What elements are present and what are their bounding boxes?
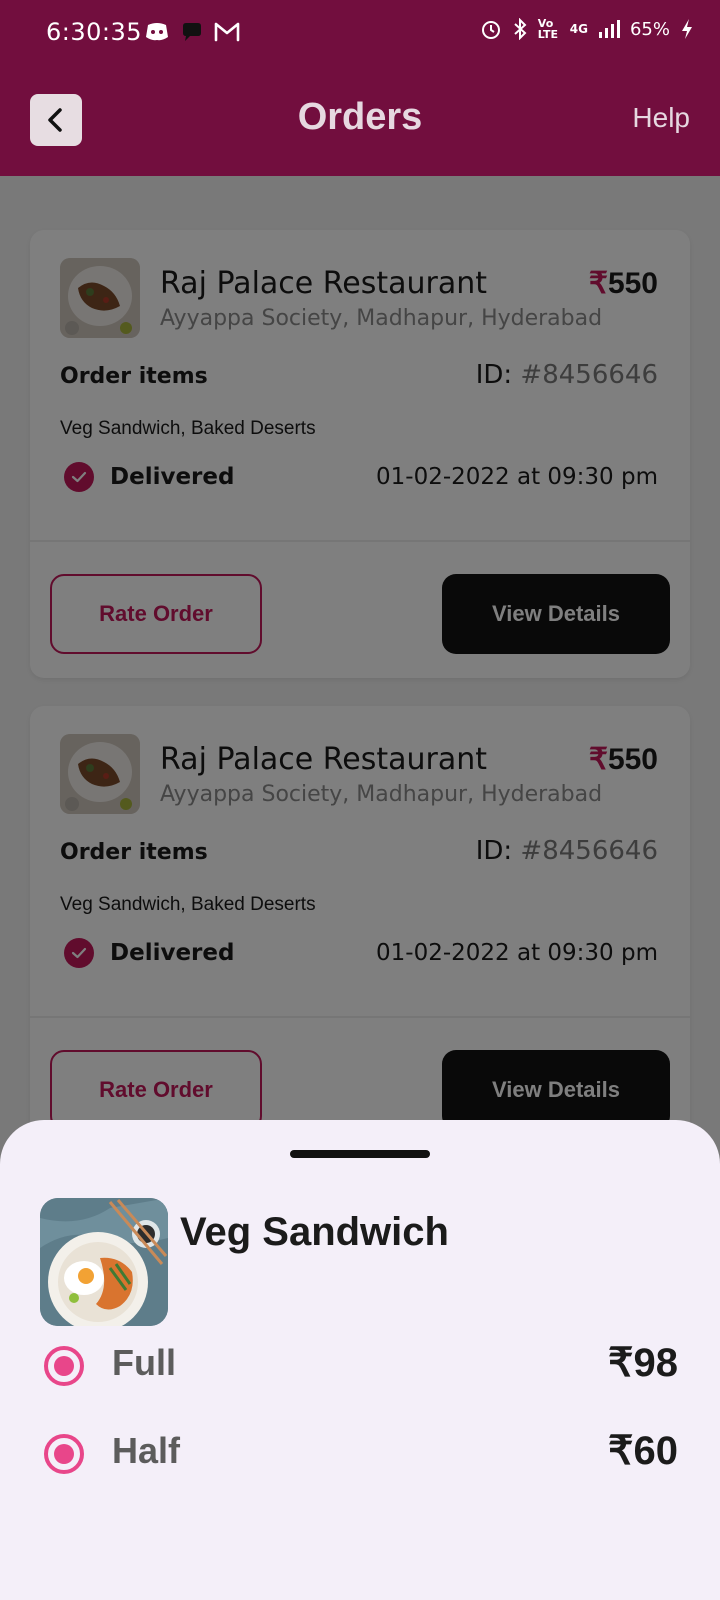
status-time: 6:30:35 bbox=[46, 18, 143, 46]
option-full[interactable]: Full ₹98 bbox=[0, 1332, 720, 1402]
radio-button[interactable] bbox=[44, 1346, 84, 1386]
network-label: 4G bbox=[569, 22, 588, 36]
status-bar: 6:30:35 Vo LTE 4G 65% bbox=[0, 0, 720, 68]
signal-icon bbox=[598, 20, 620, 38]
alarm-icon bbox=[481, 21, 500, 39]
gmail-icon bbox=[214, 22, 240, 42]
status-icons: Vo LTE 4G 65% bbox=[480, 18, 694, 40]
help-link[interactable]: Help bbox=[632, 102, 690, 134]
bluetooth-icon bbox=[514, 18, 527, 40]
battery-percent: 65% bbox=[629, 18, 670, 40]
dish-title: Veg Sandwich bbox=[180, 1210, 449, 1254]
volte-label: Vo LTE bbox=[537, 17, 558, 41]
discord-icon bbox=[146, 23, 168, 41]
option-price: ₹98 bbox=[608, 1341, 678, 1385]
chat-bubble-icon bbox=[183, 23, 201, 41]
dish-thumbnail bbox=[40, 1198, 168, 1326]
option-label: Half bbox=[112, 1430, 181, 1471]
battery-charging-icon bbox=[682, 19, 692, 39]
page-title: Orders bbox=[297, 96, 423, 138]
option-price: ₹60 bbox=[608, 1429, 678, 1473]
option-label: Full bbox=[112, 1342, 176, 1383]
radio-button[interactable] bbox=[44, 1434, 84, 1474]
option-half[interactable]: Half ₹60 bbox=[0, 1420, 720, 1490]
drag-handle[interactable] bbox=[290, 1150, 430, 1158]
bottom-sheet: Veg Sandwich Full ₹98 Half ₹60 bbox=[0, 1120, 720, 1600]
app-bar: Orders Help bbox=[0, 68, 720, 176]
